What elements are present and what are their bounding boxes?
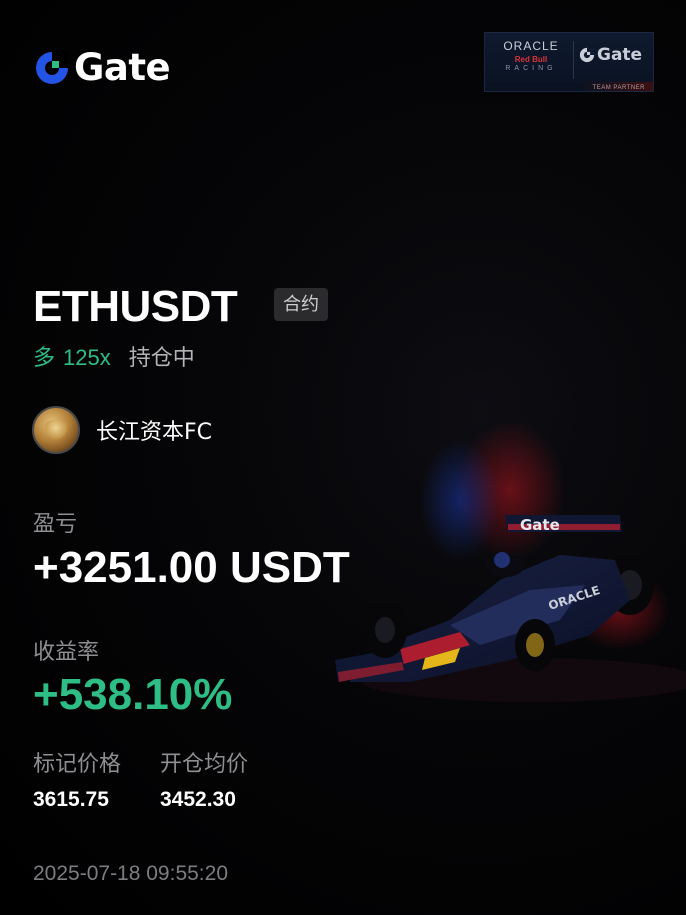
share-card: Gate ORACLE Red Bull RACING Gate TEAM PA… (0, 0, 686, 915)
pnl-value: +3251.00 USDT (33, 543, 350, 592)
position-status: 持仓中 (128, 346, 195, 371)
mark-price-value: 3615.75 (33, 788, 109, 811)
gate-small-icon (579, 47, 595, 63)
user-info: 长江资本FC (32, 406, 212, 454)
f1-car-illustration: Gate ORACLE (335, 420, 686, 702)
position-meta: 多 125x 持仓中 (33, 340, 195, 372)
redbull-text: Red Bull (514, 55, 548, 64)
badge-gate-logo: Gate (579, 45, 642, 65)
brand-name: Gate (74, 46, 171, 89)
gate-logo-icon (36, 51, 68, 84)
user-name: 长江资本FC (96, 420, 213, 445)
avatar-icon (32, 406, 80, 454)
gate-logo: Gate (34, 46, 171, 89)
mark-price-label: 标记价格 (33, 752, 122, 777)
roi-label: 收益率 (33, 640, 100, 665)
badge-gate-text: Gate (597, 45, 643, 65)
team-partner-badge: ORACLE Red Bull RACING Gate TEAM PARTNER (484, 32, 654, 92)
trading-pair: ETHUSDT (33, 282, 238, 331)
oracle-text: ORACLE (503, 39, 559, 53)
leverage: 125x (63, 345, 111, 370)
contract-tag: 合约 (274, 288, 328, 321)
svg-text:Gate: Gate (520, 516, 560, 534)
timestamp: 2025-07-18 09:55:20 (33, 862, 228, 885)
entry-price-label: 开仓均价 (160, 752, 249, 777)
badge-divider (573, 41, 574, 79)
roi-value: +538.10% (33, 670, 233, 719)
position-side: 多 (33, 346, 56, 371)
team-partner-text: TEAM PARTNER (592, 85, 645, 91)
racing-text: RACING (505, 65, 557, 72)
entry-price-value: 3452.30 (160, 788, 236, 811)
pnl-label: 盈亏 (33, 512, 78, 537)
